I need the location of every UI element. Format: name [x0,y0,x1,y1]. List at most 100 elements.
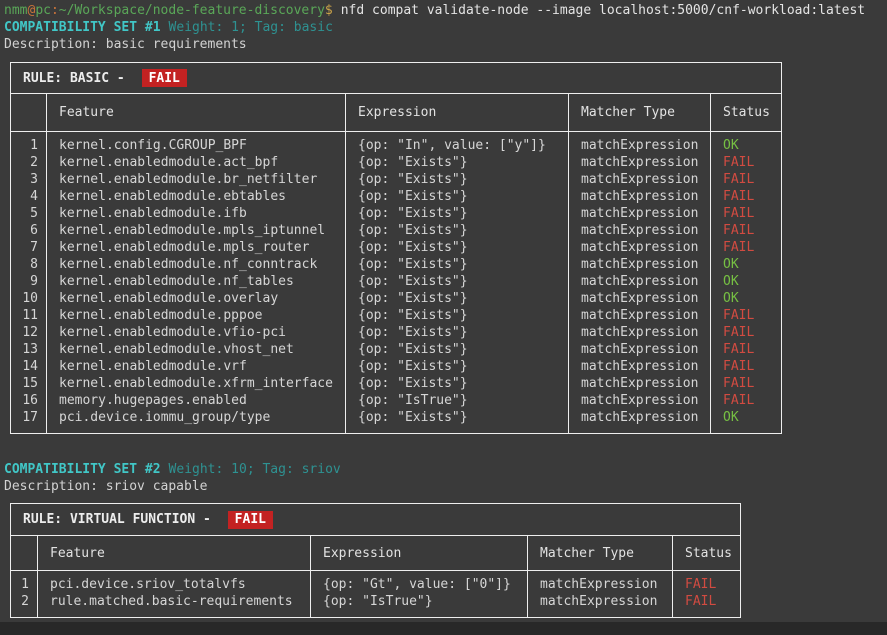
matcher-cell: matchExpression [569,171,710,188]
feature-cell: kernel.enabledmodule.act_bpf [47,154,345,171]
compat-set-2-title: COMPATIBILITY SET #2 [4,462,161,477]
feature-cell: rule.matched.basic-requirements [38,593,310,610]
feature-cell: kernel.enabledmodule.mpls_router [47,239,345,256]
n-cell: 17 [11,409,46,426]
command-text: nfd compat validate-node --image localho… [341,3,865,18]
status-cell: FAIL [711,222,781,239]
matcher-cell: matchExpression [569,205,710,222]
expression-cell: {op: "Exists"} [346,273,568,290]
rule-table-body: 12 pci.device.sriov_totalvfsrule.matched… [11,571,740,617]
header-status: Status [711,94,781,131]
expression-cell: {op: "IsTrue"} [311,593,527,610]
n-cell: 4 [11,188,46,205]
expression-cell: {op: "Exists"} [346,375,568,392]
feature-cell: pci.device.iommu_group/type [47,409,345,426]
header-matcher-type: Matcher Type [569,94,711,131]
expression-cell: {op: "Exists"} [346,307,568,324]
rule-label: RULE: VIRTUAL FUNCTION - [23,511,219,528]
status-column: FAILFAIL [673,571,740,617]
rule-title-row: RULE: BASIC - FAIL [11,63,781,94]
status-cell: FAIL [711,239,781,256]
feature-cell: kernel.enabledmodule.vrf [47,358,345,375]
feature-cell: kernel.enabledmodule.vfio-pci [47,324,345,341]
n-cell: 2 [11,154,46,171]
prompt-host: pc [35,3,51,18]
feature-cell: kernel.enabledmodule.vhost_net [47,341,345,358]
header-expression: Expression [311,536,528,570]
compat-set-2-heading: COMPATIBILITY SET #2Weight: 10; Tag: sri… [4,461,887,478]
n-cell: 14 [11,358,46,375]
matcher-cell: matchExpression [569,188,710,205]
matcher-cell: matchExpression [569,358,710,375]
matcher-cell: matchExpression [569,341,710,358]
n-cell: 3 [11,171,46,188]
expression-cell: {op: "Exists"} [346,358,568,375]
expression-cell: {op: "Exists"} [346,290,568,307]
rule-status-badge: FAIL [142,69,187,87]
shell-prompt-line: nmm@pc:~/Workspace/node-feature-discover… [4,2,887,19]
status-cell: OK [711,290,781,307]
prompt-colon: : [51,3,59,18]
feature-cell: kernel.config.CGROUP_BPF [47,137,345,154]
rule-table-basic: RULE: BASIC - FAIL Feature Expression Ma… [10,62,782,434]
status-cell: FAIL [673,593,740,610]
table-header-row: Feature Expression Matcher Type Status [11,536,740,571]
matcher-cell: matchExpression [569,239,710,256]
header-feature: Feature [38,536,311,570]
compat-set-1-meta: Weight: 1; Tag: basic [169,20,333,35]
expression-cell: {op: "Exists"} [346,171,568,188]
status-cell: FAIL [711,171,781,188]
feature-cell: kernel.enabledmodule.ifb [47,205,345,222]
n-cell: 8 [11,256,46,273]
feature-cell: kernel.enabledmodule.ebtables [47,188,345,205]
n-cell: 1 [11,137,46,154]
status-cell: FAIL [711,324,781,341]
header-expression: Expression [346,94,569,131]
n-cell: 16 [11,392,46,409]
expression-cell: {op: "Exists"} [346,256,568,273]
prompt-path: ~/Workspace/node-feature-discovery [59,3,325,18]
header-matcher-type: Matcher Type [528,536,673,570]
feature-cell: kernel.enabledmodule.br_netfilter [47,171,345,188]
rule-table-body: 1234567891011121314151617 kernel.config.… [11,132,781,433]
n-cell: 7 [11,239,46,256]
status-cell: FAIL [673,576,740,593]
matcher-cell: matchExpression [528,576,672,593]
matcher-cell: matchExpression [569,290,710,307]
feature-cell: kernel.enabledmodule.xfrm_interface [47,375,345,392]
matcher-cell: matchExpression [569,307,710,324]
status-cell: FAIL [711,307,781,324]
prompt-user: nmm [4,3,27,18]
status-cell: OK [711,256,781,273]
expression-cell: {op: "Exists"} [346,239,568,256]
matcher-cell: matchExpression [569,273,710,290]
status-cell: FAIL [711,392,781,409]
compat-set-1-heading: COMPATIBILITY SET #1Weight: 1; Tag: basi… [4,19,887,36]
terminal-output: nmm@pc:~/Workspace/node-feature-discover… [0,0,887,618]
expression-cell: {op: "Exists"} [346,154,568,171]
status-column: OKFAILFAILFAILFAILFAILFAILOKOKOKFAILFAIL… [711,132,781,433]
matcher-cell: matchExpression [569,324,710,341]
header-status: Status [673,536,740,570]
status-cell: FAIL [711,375,781,392]
feature-cell: kernel.enabledmodule.pppoe [47,307,345,324]
n-cell: 9 [11,273,46,290]
expression-column: {op: "In", value: ["y"]}{op: "Exists"}{o… [346,132,569,433]
n-cell: 11 [11,307,46,324]
n-cell: 5 [11,205,46,222]
matcher-cell: matchExpression [569,137,710,154]
compat-set-1-description: Description: basic requirements [4,36,887,53]
matcher-cell: matchExpression [569,222,710,239]
n-cell: 12 [11,324,46,341]
row-number-column: 1234567891011121314151617 [11,132,47,433]
row-number-column: 12 [11,571,38,617]
matcher-cell: matchExpression [569,154,710,171]
matcher-column: matchExpressionmatchExpressionmatchExpre… [569,132,711,433]
feature-cell: pci.device.sriov_totalvfs [38,576,310,593]
expression-cell: {op: "IsTrue"} [346,392,568,409]
feature-cell: memory.hugepages.enabled [47,392,345,409]
feature-cell: kernel.enabledmodule.overlay [47,290,345,307]
status-cell: OK [711,273,781,290]
expression-column: {op: "Gt", value: ["0"]}{op: "IsTrue"} [311,571,528,617]
rule-label: RULE: BASIC - [23,70,133,87]
